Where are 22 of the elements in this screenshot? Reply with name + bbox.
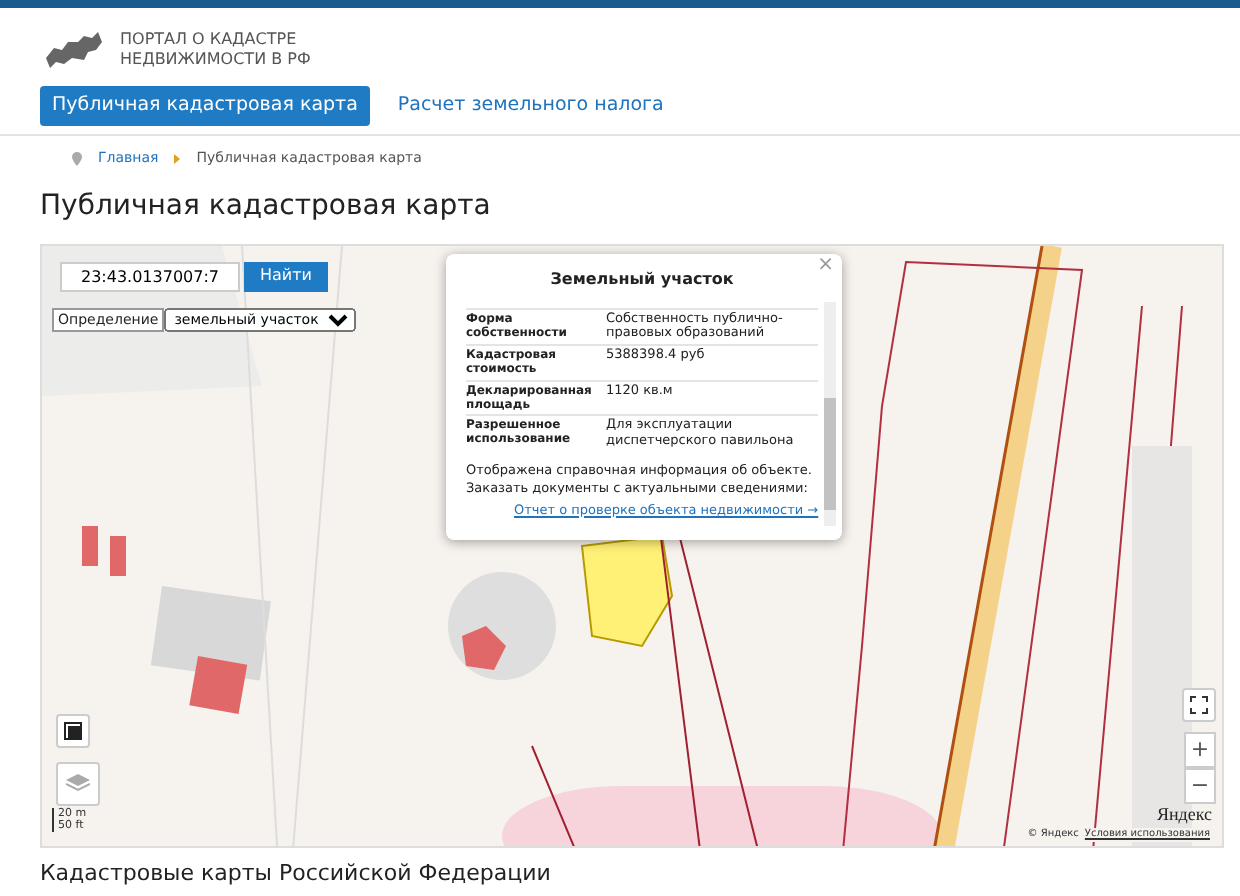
search-field[interactable]: 23:43.0137007:7 — [60, 261, 240, 292]
square-icon — [64, 721, 82, 740]
page-title: Публичная кадастровая карта — [38, 187, 493, 226]
zoom-out-button[interactable]: − — [1184, 767, 1216, 804]
russia-map-icon — [44, 30, 104, 70]
nav-tab[interactable]: Расчет земельного налога — [385, 86, 676, 127]
close-button[interactable]: × — [817, 255, 834, 276]
logo-text-line: ПОРТАЛ О КАДАСТРЕ — [120, 30, 299, 50]
popup-title: Земельный участок — [548, 267, 736, 292]
scrollbar[interactable] — [824, 301, 836, 526]
chevron-icon — [174, 154, 181, 164]
search-button[interactable]: Найти — [244, 261, 328, 292]
zoom-in-button[interactable]: + — [1184, 731, 1216, 768]
fullscreen-icon — [1190, 695, 1208, 714]
logo-text-line: НЕДВИЖИМОСТИ В РФ — [120, 50, 311, 70]
selection-tool-button[interactable] — [56, 713, 90, 748]
location-pin-icon — [72, 152, 82, 166]
fullscreen-button[interactable] — [1182, 687, 1216, 722]
nav-tab[interactable]: Публичная кадастровая карта — [40, 86, 370, 127]
layers-icon — [66, 774, 90, 793]
section-title: Кадастровые карты Российской Федерации — [40, 859, 553, 886]
map-logo: Яндекс — [1156, 801, 1212, 828]
